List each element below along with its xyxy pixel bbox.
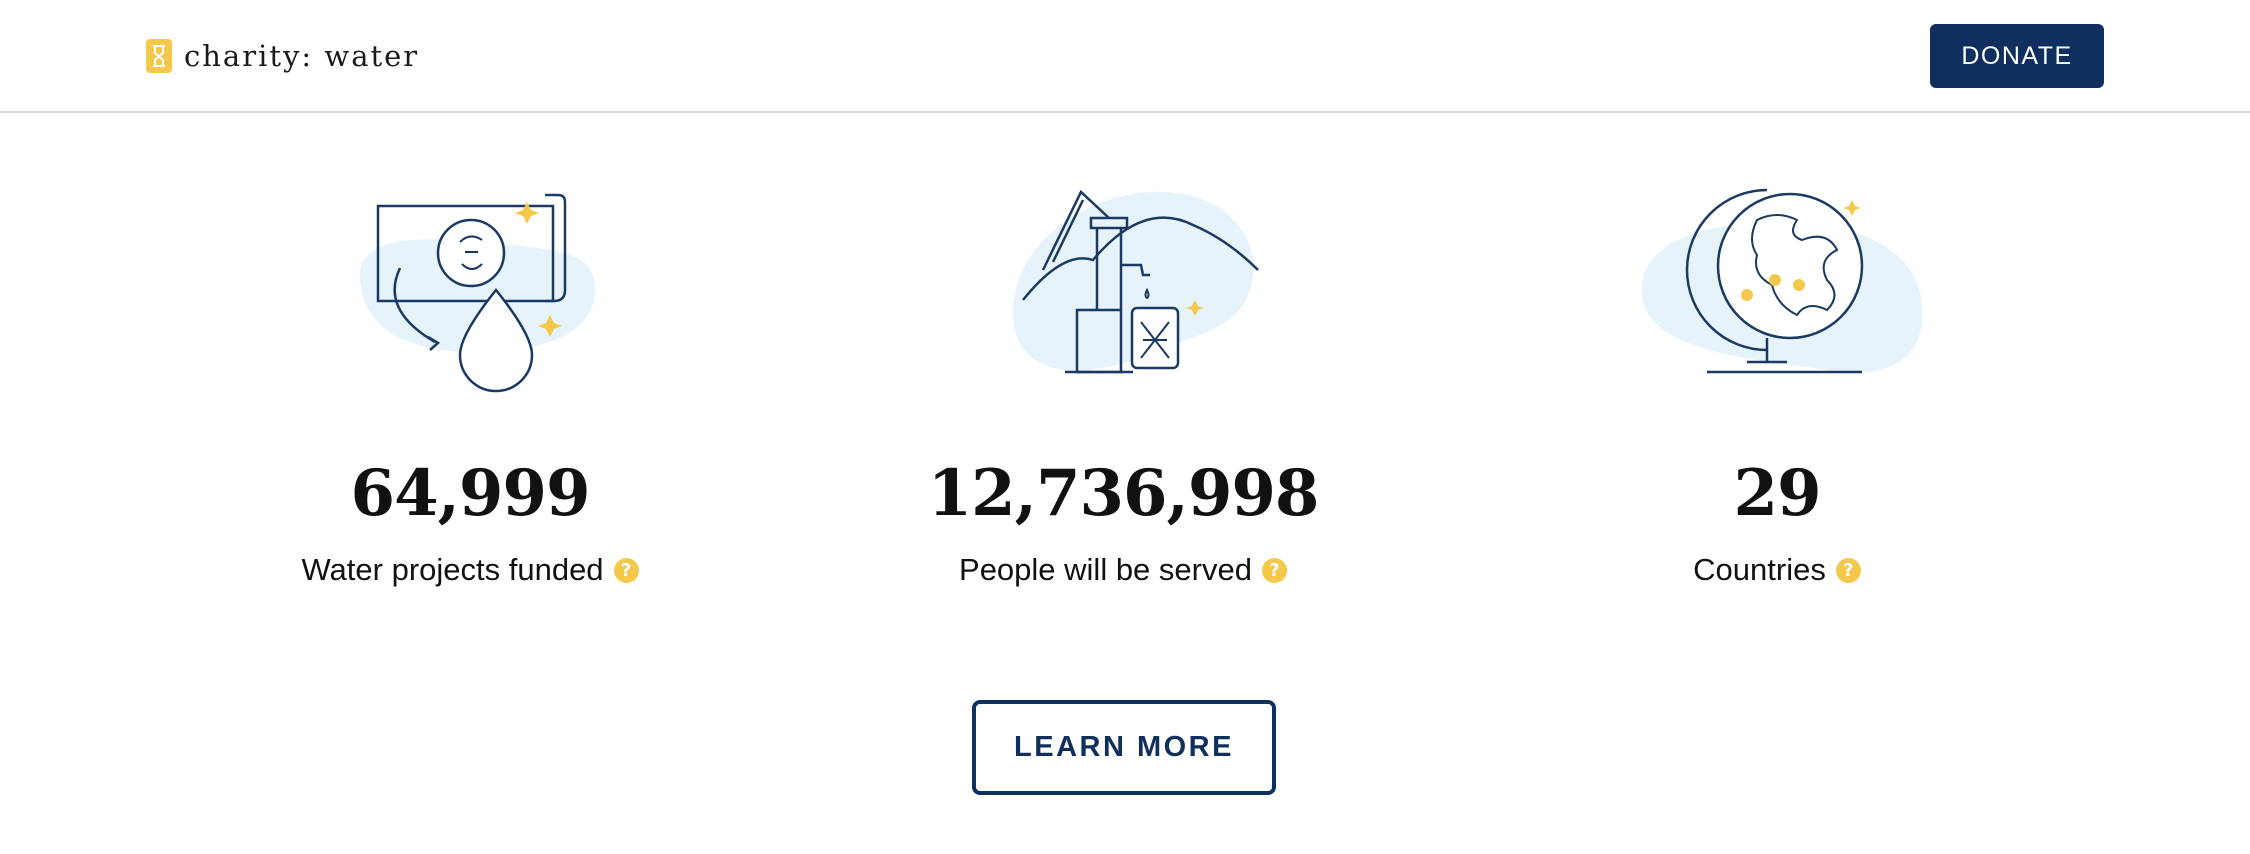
globe-icon <box>1641 188 1923 374</box>
stat-label: People will be served <box>959 552 1252 587</box>
logo[interactable]: charity: water <box>146 38 419 74</box>
jerry-can-logo-icon <box>146 39 172 73</box>
help-icon[interactable]: ? <box>1835 557 1861 583</box>
logo-text: charity: water <box>184 39 420 73</box>
stat-people: 12,736,998 People will be served ? <box>843 180 1403 588</box>
stat-label: Water projects funded <box>301 552 604 587</box>
stat-projects: 64,999 Water projects funded ? <box>190 180 750 588</box>
donate-button[interactable]: DONATE <box>1930 24 2104 88</box>
stat-value: 64,999 <box>350 456 591 531</box>
stat-countries: 29 Countries ? <box>1497 180 2057 588</box>
map-water-drop-icon <box>360 193 595 393</box>
help-icon[interactable]: ? <box>613 557 639 583</box>
help-icon[interactable]: ? <box>1261 557 1287 583</box>
stat-value: 29 <box>1733 456 1821 531</box>
stat-label: Countries <box>1693 552 1826 587</box>
stat-value: 12,736,998 <box>927 456 1320 531</box>
water-pump-icon <box>1012 189 1259 374</box>
site-header: charity: water DONATE <box>0 0 2250 113</box>
learn-more-button[interactable]: LEARN MORE <box>972 700 1276 795</box>
